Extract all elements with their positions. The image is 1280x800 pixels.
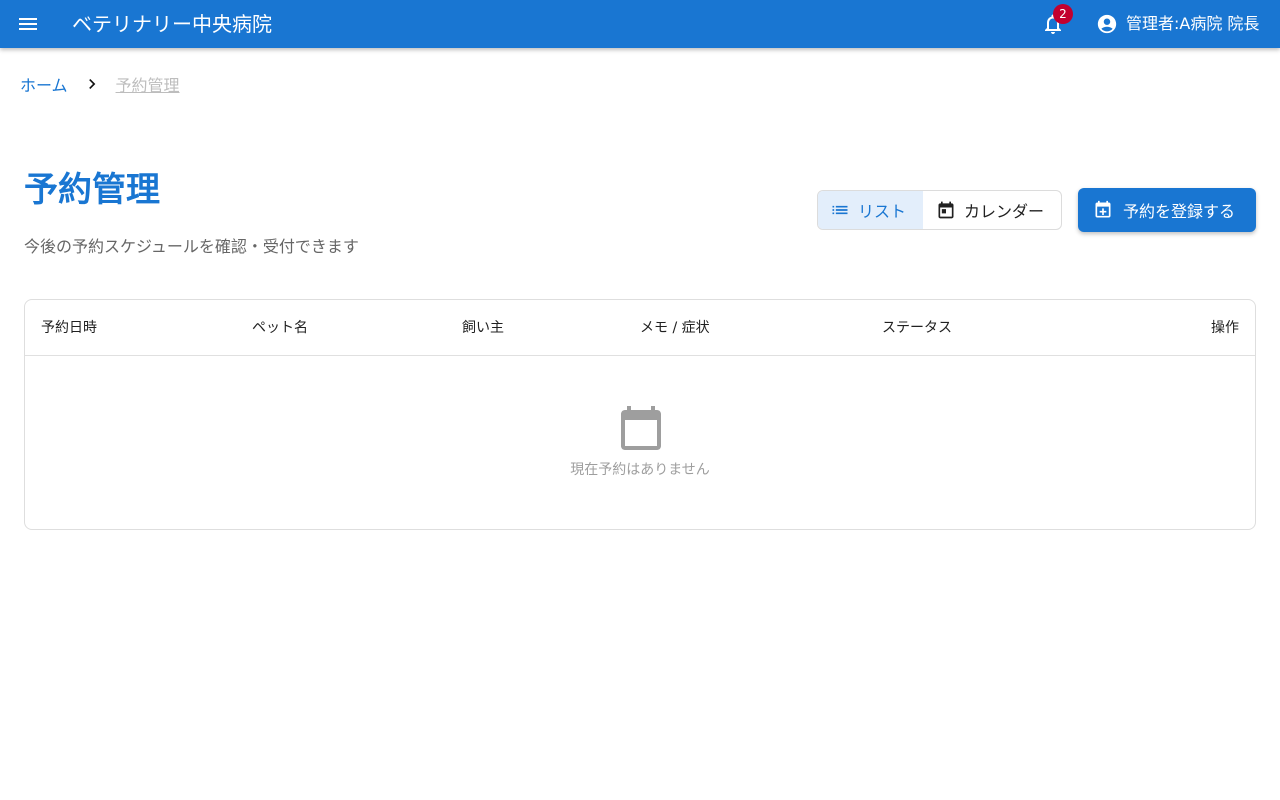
empty-state: 現在予約はありません [25,356,1255,529]
app-title: ベテリナリー中央病院 [72,12,272,36]
menu-button[interactable] [12,8,44,40]
appointments-table: 予約日時 ペット名 飼い主 メモ / 症状 ステータス 操作 現在予約はありませ… [24,299,1256,530]
breadcrumb-separator [68,74,116,94]
calendar-view-label: カレンダー [964,202,1045,221]
account-circle-icon [1097,14,1117,34]
page-subtitle: 今後の予約スケジュールを確認・受付できます [24,237,359,256]
user-menu-button[interactable]: 管理者:A病院 院長 [1096,11,1259,37]
register-appointment-label: 予約を登録する [1123,202,1236,221]
view-toggle: リスト カレンダー [817,190,1062,230]
table-header: 予約日時 ペット名 飼い主 メモ / 症状 ステータス 操作 [25,300,1255,356]
column-header-actions: 操作 [1211,320,1239,336]
column-header-pet-name: ペット名 [252,320,308,336]
register-appointment-button[interactable]: 予約を登録する [1078,188,1256,232]
breadcrumb-current: 予約管理 [115,76,180,95]
column-header-datetime: 予約日時 [41,320,97,336]
calendar-icon [938,201,954,219]
calendar-icon [621,406,661,450]
breadcrumb: ホーム 予約管理 [20,73,180,95]
page-title: 予約管理 [24,170,160,210]
list-view-toggle[interactable]: リスト [818,191,923,229]
empty-state-message: 現在予約はありません [570,462,710,478]
notification-count-badge: 2 [1053,4,1073,24]
list-view-label: リスト [858,202,907,221]
menu-icon [19,18,37,30]
chevron-right-icon [88,79,95,89]
user-name: 管理者:A病院 院長 [1126,14,1260,33]
breadcrumb-home-link[interactable]: ホーム [20,72,68,96]
column-header-owner: 飼い主 [462,320,504,336]
app-bar: ベテリナリー中央病院 2 管理者:A病院 院長 [0,0,1280,48]
calendar-view-toggle[interactable]: カレンダー [923,191,1061,229]
column-header-memo: メモ / 症状 [640,320,710,336]
calendar-add-icon [1095,200,1111,218]
column-header-status: ステータス [882,320,952,336]
list-icon [832,205,848,215]
